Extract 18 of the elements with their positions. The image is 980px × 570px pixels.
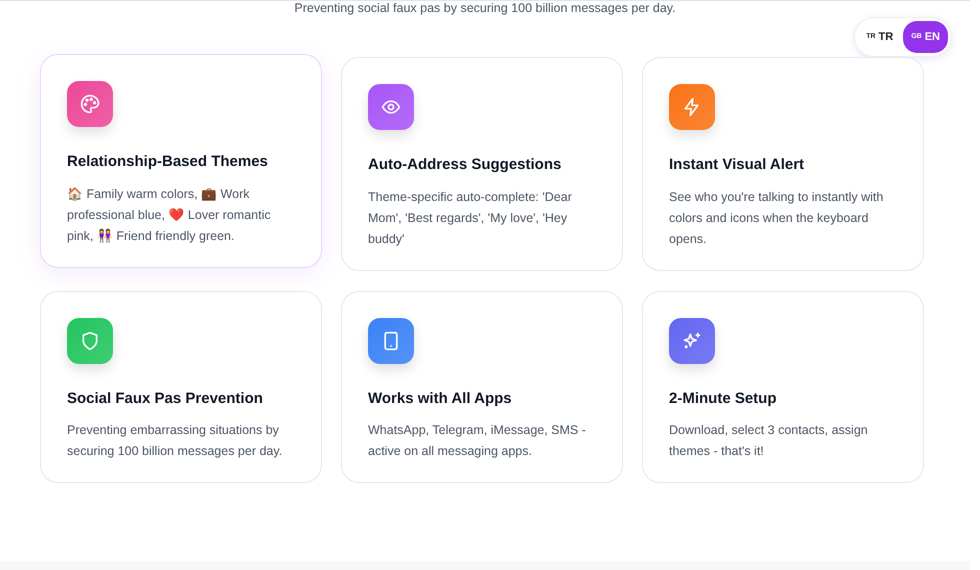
feature-description: Download, select 3 contacts, assign themes - that's it!: [669, 422, 869, 460]
shield-icon: [80, 330, 100, 350]
feature-title: Social Faux Pas Prevention: [67, 388, 264, 408]
intro-text: Preventing social faux pas by securing 100 billion messages per day.: [294, 1, 676, 15]
sparkle-icon: [682, 330, 702, 350]
feature-description: 🏠 Family warm colors, 💼 Work professional blue, ❤ Lover romantic pink, 👭 Friend friendly green.: [67, 186, 272, 245]
feature-description: WhatsApp, Telegram, iMessage, SMS - active on all messaging apps.: [368, 422, 587, 460]
feature-title: Works with All Apps: [368, 388, 513, 408]
feature-description: Theme-specific auto-complete: 'Dear Mom', 'Best regards', 'My love', 'Hey buddy': [368, 188, 573, 248]
language-label: EN: [924, 30, 940, 45]
feature-title: Auto-Address Suggestions: [368, 155, 562, 175]
feature-description: Preventing embarrassing situations by securing 100 billion messages per day.: [67, 422, 284, 460]
language-label: TR: [878, 30, 894, 45]
feature-title: Relationship-Based Themes: [67, 152, 269, 172]
feature-description: See who you're talking to instantly with colors and icons when the keyboard opens.: [669, 188, 884, 248]
feature-title: 2-Minute Setup: [669, 388, 778, 408]
palette-icon: [80, 94, 100, 114]
feature-title: Instant Visual Alert: [669, 155, 806, 175]
